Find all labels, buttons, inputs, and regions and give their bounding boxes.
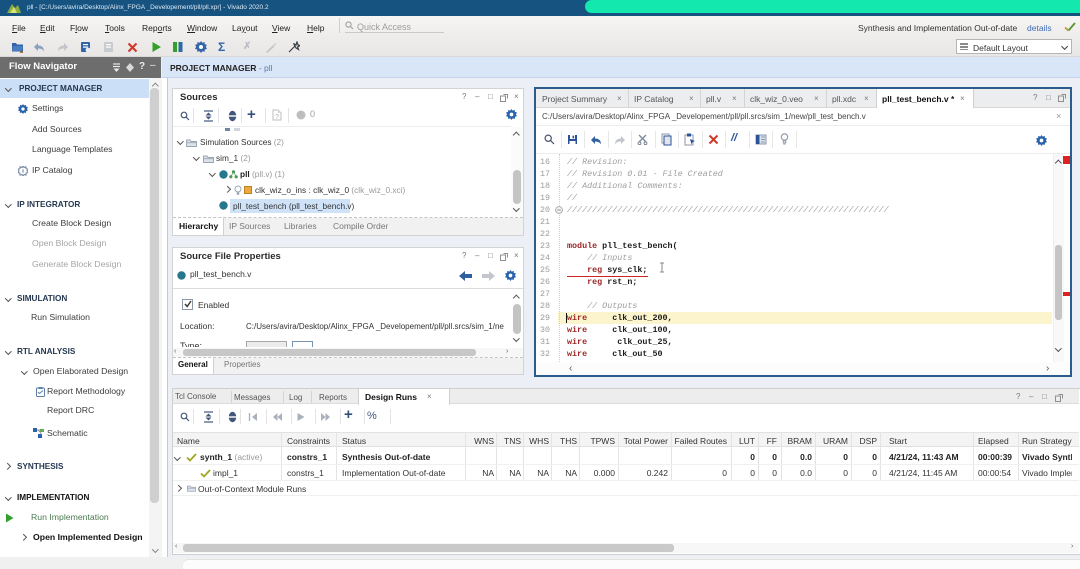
svg-text:?: ?: [275, 114, 279, 121]
